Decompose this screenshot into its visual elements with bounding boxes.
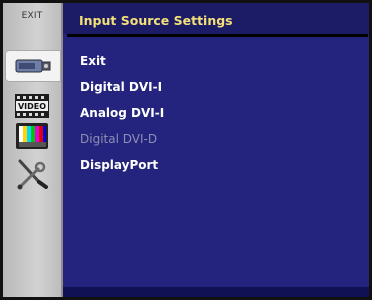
header-divider — [67, 34, 368, 37]
sidebar-item-video[interactable]: VIDEO — [11, 90, 53, 122]
menu-item-digital-dvi-i[interactable]: Digital DVI-I — [80, 77, 164, 103]
menu-item-digital-dvi-d: Digital DVI-D — [80, 132, 158, 146]
sidebar-item-input-source[interactable] — [5, 50, 61, 82]
input-source-menu: Exit Digital DVI-I Analog DVI-I Digital … — [80, 51, 164, 181]
menu-item-exit[interactable]: Exit — [80, 51, 164, 77]
dvi-connector-icon — [15, 59, 51, 73]
menu-item-displayport[interactable]: DisplayPort — [80, 155, 164, 181]
page-title: Input Source Settings — [79, 13, 233, 28]
tools-icon — [17, 159, 48, 190]
video-film-icon: VIDEO — [15, 94, 49, 118]
sidebar-item-tools[interactable] — [11, 158, 53, 190]
video-icon-label: VIDEO — [18, 102, 46, 111]
menu-item-analog-dvi-i[interactable]: Analog DVI-I — [80, 103, 164, 129]
footer-band — [63, 287, 369, 297]
sidebar-item-picture[interactable] — [11, 120, 53, 152]
sidebar: EXIT VIDEO — [3, 3, 63, 297]
color-bars-icon — [16, 123, 48, 149]
sidebar-exit-button[interactable]: EXIT — [3, 11, 61, 21]
osd-window: EXIT VIDEO Input Source Settings Exit Di… — [0, 0, 372, 300]
